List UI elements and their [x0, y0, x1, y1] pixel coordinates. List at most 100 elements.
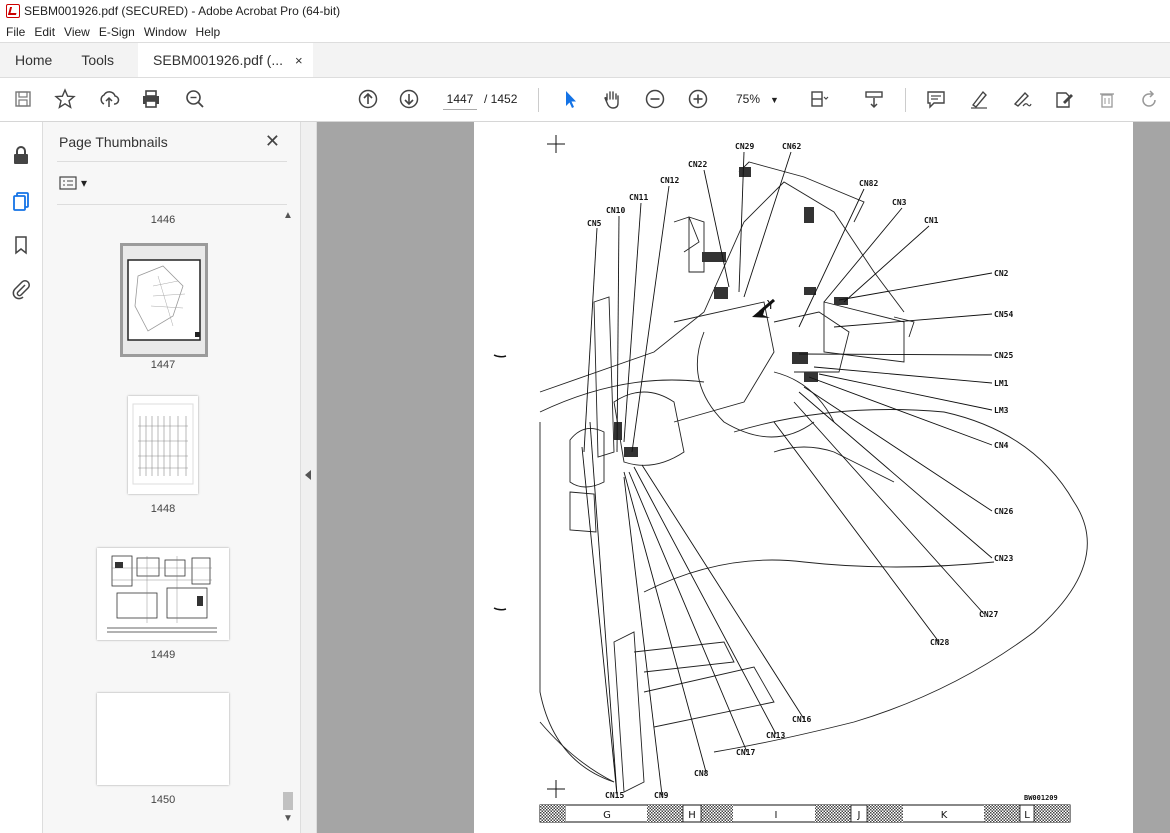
menu-file[interactable]: File: [6, 25, 25, 39]
thumbnail-preview: [132, 403, 194, 485]
zoom-in-icon[interactable]: [685, 86, 711, 112]
grid-label-i: I: [775, 810, 778, 821]
star-icon[interactable]: [52, 86, 78, 112]
label-cn2: CN2: [994, 269, 1009, 278]
thumbnail-page-1450[interactable]: [97, 693, 229, 785]
bookmark-icon[interactable]: [10, 234, 32, 256]
close-icon[interactable]: ✕: [265, 131, 280, 152]
scrollbar-thumb[interactable]: [283, 792, 293, 810]
label-cn54: CN54: [994, 310, 1013, 319]
save-icon[interactable]: [10, 86, 36, 112]
next-page-icon[interactable]: [396, 86, 422, 112]
window-title: SEBM001926.pdf (SECURED) - Adobe Acrobat…: [24, 4, 341, 18]
comment-icon[interactable]: [923, 86, 949, 112]
label-cn4: CN4: [994, 441, 1009, 450]
chevron-down-icon[interactable]: ▼: [283, 813, 293, 824]
select-arrow-icon[interactable]: [557, 86, 583, 112]
panel-divider: [57, 161, 287, 162]
tab-close-icon[interactable]: ×: [295, 53, 303, 68]
menu-esign[interactable]: E-Sign: [99, 25, 135, 39]
prev-page-icon[interactable]: [355, 86, 381, 112]
edit-pdf-icon[interactable]: [1051, 86, 1077, 112]
zoom-out-icon[interactable]: [642, 86, 668, 112]
zoom-level-dropdown[interactable]: 75% ▼: [736, 92, 779, 106]
left-navigation-rail: [0, 122, 43, 833]
fit-page-icon[interactable]: [806, 86, 832, 112]
label-cn5: CN5: [587, 219, 602, 228]
grid-label-g: G: [603, 810, 611, 821]
zoom-level: 75%: [736, 92, 761, 106]
diagram-labels: CN29 CN62 CN22 CN82 CN12 CN3 CN11 CN1 CN…: [587, 142, 1058, 802]
page-thumbnails-icon[interactable]: [10, 190, 32, 212]
collapse-panel-icon[interactable]: [305, 470, 311, 480]
label-cn82: CN82: [859, 179, 878, 188]
print-icon[interactable]: [138, 86, 164, 112]
thumbnail-scrollbar[interactable]: ▲ ▼: [281, 206, 295, 828]
menu-window[interactable]: Window: [144, 25, 187, 39]
thumbnail-preview: [107, 555, 217, 633]
label-cn3: CN3: [892, 198, 907, 207]
label-cn8: CN8: [694, 769, 709, 778]
acrobat-app-icon: [6, 4, 20, 18]
hand-icon[interactable]: [599, 86, 625, 112]
grid-label-l: L: [1024, 810, 1030, 821]
delete-icon[interactable]: [1094, 86, 1120, 112]
panel-splitter[interactable]: [301, 122, 317, 833]
thumbnail-list: 1446 1447 1448 1449 1450: [43, 206, 283, 828]
machine-outline: [539, 161, 1088, 793]
rotate-icon[interactable]: [1136, 86, 1162, 112]
chevron-down-icon: ▼: [770, 95, 779, 105]
thumbnail-label: 1448: [150, 503, 176, 515]
label-cn28: CN28: [930, 638, 949, 647]
panel-title: Page Thumbnails: [59, 134, 168, 150]
label-y: Y: [766, 298, 775, 312]
thumbnail-label: 1449: [150, 649, 176, 661]
menu-view[interactable]: View: [64, 25, 90, 39]
label-cn26: CN26: [994, 507, 1013, 516]
document-viewport[interactable]: CN29 CN62 CN22 CN82 CN12 CN3 CN11 CN1 CN…: [317, 122, 1170, 833]
label-lm3: LM3: [994, 406, 1009, 415]
tab-document[interactable]: SEBM001926.pdf (... ×: [138, 43, 313, 77]
lock-icon[interactable]: [10, 144, 32, 166]
scroll-mode-icon[interactable]: [861, 86, 887, 112]
highlight-icon[interactable]: [966, 86, 992, 112]
sign-icon[interactable]: [1009, 86, 1035, 112]
menu-help[interactable]: Help: [196, 25, 221, 39]
upload-icon[interactable]: [96, 86, 122, 112]
menu-bar: File Edit View E-Sign Window Help: [0, 22, 1170, 42]
label-cn16: CN16: [792, 715, 811, 724]
grid-label-j: J: [857, 810, 861, 821]
label-cn62: CN62: [782, 142, 801, 151]
thumbnail-page-1448[interactable]: [128, 396, 198, 494]
thumbnail-page-1449[interactable]: [97, 548, 229, 640]
tab-tools[interactable]: Tools: [67, 43, 138, 77]
wiring-diagram: CN29 CN62 CN22 CN82 CN12 CN3 CN11 CN1 CN…: [493, 135, 1088, 823]
thumbnail-label: 1447: [150, 359, 176, 371]
current-page-input[interactable]: 1447: [443, 89, 477, 110]
page-thumbnails-panel: Page Thumbnails ✕ ▾ 1446 1447 1448 1449 …: [43, 122, 301, 833]
thumbnail-options-button[interactable]: ▾: [59, 176, 87, 190]
label-cn22: CN22: [688, 160, 707, 169]
label-cn9: CN9: [654, 791, 669, 800]
window-title-bar: SEBM001926.pdf (SECURED) - Adobe Acrobat…: [0, 0, 1170, 22]
zoom-search-icon[interactable]: [182, 86, 208, 112]
chevron-up-icon[interactable]: ▲: [283, 210, 293, 221]
grid-reference-bar: G H I J K L: [539, 804, 1071, 823]
attachment-icon[interactable]: [10, 278, 32, 300]
tab-bar: Home Tools SEBM001926.pdf (... ×: [0, 42, 1170, 78]
main-toolbar: 1447 / 1452 75% ▼: [0, 78, 1170, 122]
connector-blocks: [614, 167, 848, 457]
menu-edit[interactable]: Edit: [34, 25, 55, 39]
label-cn15: CN15: [605, 791, 624, 800]
label-cn10: CN10: [606, 206, 625, 215]
label-cn27: CN27: [979, 610, 998, 619]
pdf-page: CN29 CN62 CN22 CN82 CN12 CN3 CN11 CN1 CN…: [474, 122, 1133, 833]
label-lm1: LM1: [994, 379, 1009, 388]
thumbnail-page-1447[interactable]: [120, 243, 208, 357]
tab-document-label: SEBM001926.pdf (...: [153, 52, 284, 68]
registration-marks: [547, 135, 565, 798]
label-cn29: CN29: [735, 142, 754, 151]
tab-home[interactable]: Home: [0, 43, 67, 77]
toolbar-divider: [538, 88, 539, 112]
label-cn13: CN13: [766, 731, 785, 740]
